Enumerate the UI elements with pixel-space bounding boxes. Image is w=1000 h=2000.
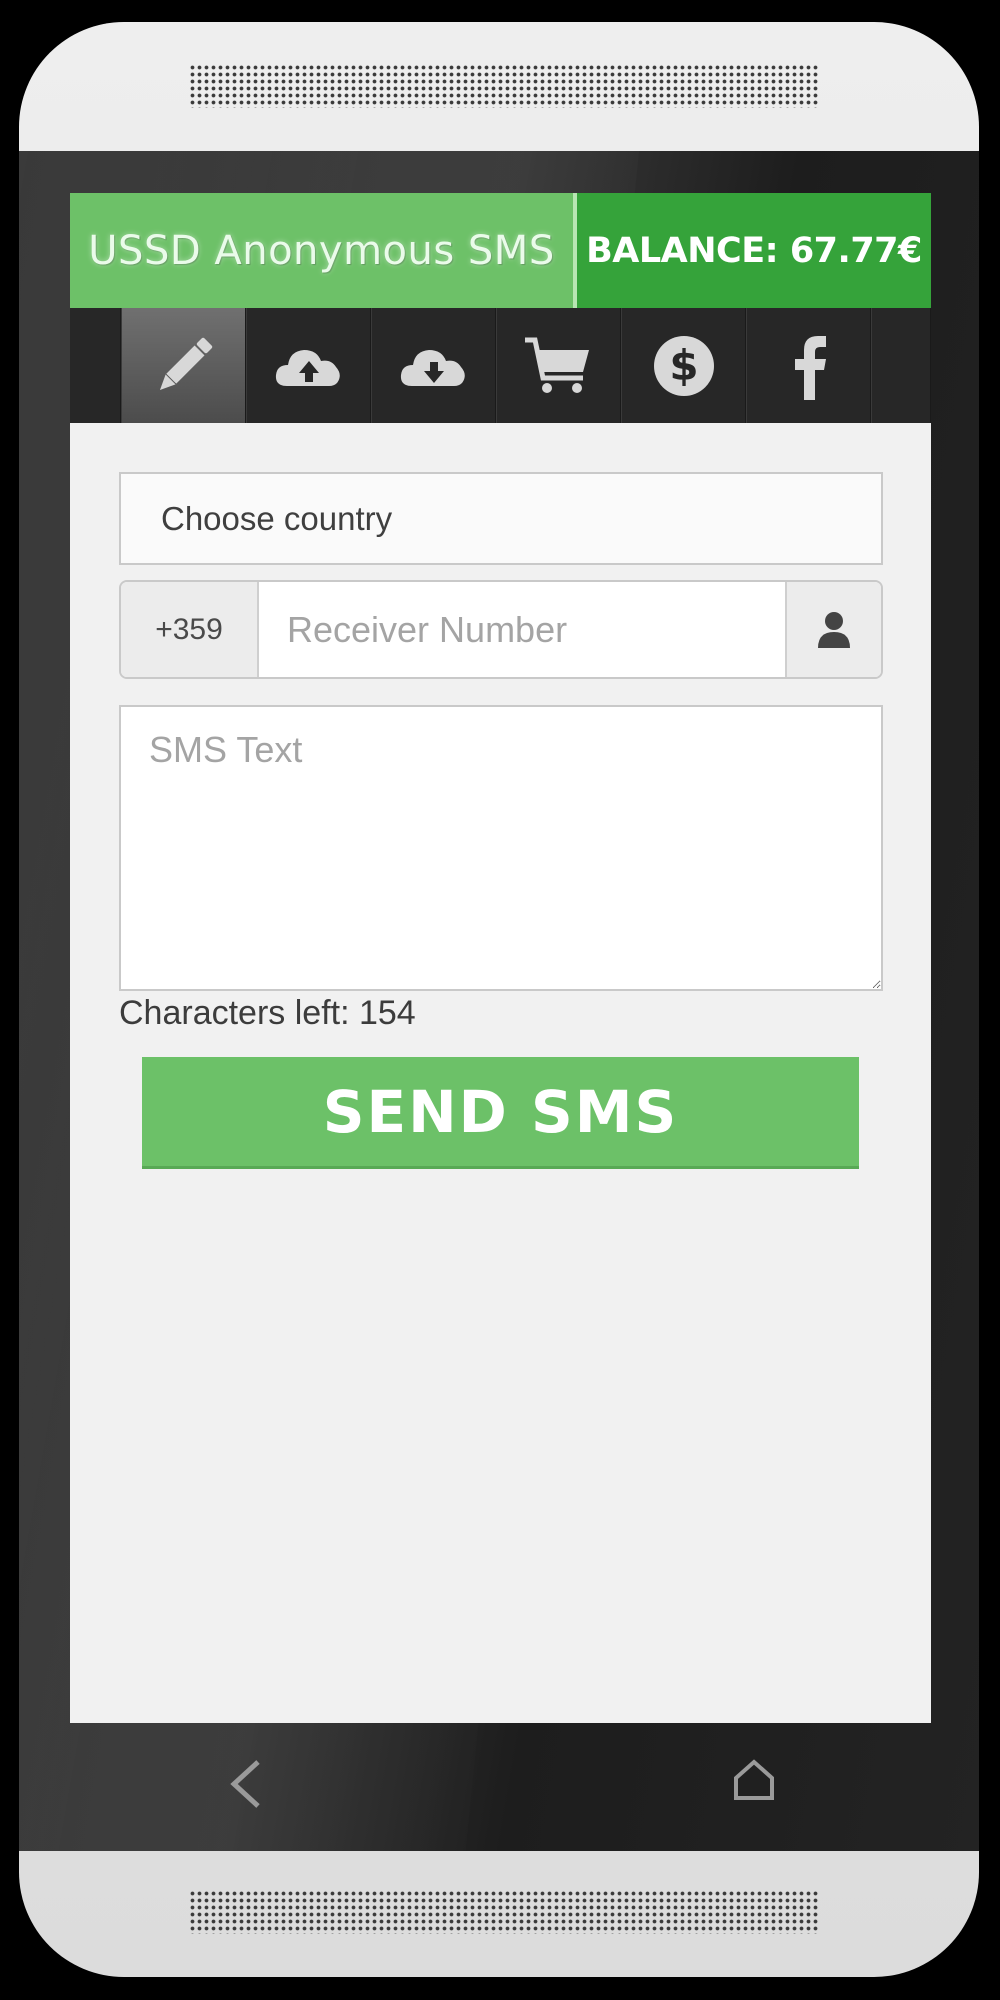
- nav-home-button[interactable]: [719, 1745, 789, 1815]
- svg-text:$: $: [669, 341, 698, 390]
- tab-prices[interactable]: $: [621, 308, 746, 423]
- tab-facebook[interactable]: [746, 308, 871, 423]
- header-bar: USSD Anonymous SMS BALANCE: 67.77€: [70, 193, 931, 308]
- phone-bezel: USSD Anonymous SMS BALANCE: 67.77€ $ Cho…: [19, 151, 979, 1851]
- tab-received[interactable]: [371, 308, 496, 423]
- sms-text-area[interactable]: [119, 705, 883, 991]
- tab-sent[interactable]: [246, 308, 371, 423]
- country-code-prefix: +359: [121, 582, 259, 677]
- tab-shop[interactable]: [496, 308, 621, 423]
- android-nav-bar: [19, 1723, 979, 1851]
- send-sms-button[interactable]: SEND SMS: [142, 1057, 859, 1169]
- pencil-icon: [159, 337, 212, 390]
- cloud-upload-icon: [275, 349, 340, 386]
- home-icon: [734, 1759, 774, 1800]
- phone-frame: USSD Anonymous SMS BALANCE: 67.77€ $ Cho…: [19, 22, 979, 1977]
- balance-label[interactable]: BALANCE: 67.77€: [577, 193, 931, 308]
- facebook-icon: [794, 335, 826, 400]
- back-arrow-icon: [230, 1760, 260, 1808]
- country-select[interactable]: Choose country: [119, 472, 883, 565]
- nav-back-button[interactable]: [211, 1749, 281, 1819]
- shopping-cart-icon: [524, 337, 589, 393]
- app-title: USSD Anonymous SMS: [70, 193, 573, 308]
- tab-compose[interactable]: [121, 308, 246, 423]
- characters-left-counter: Characters left: 154: [119, 994, 416, 1032]
- top-speaker-grille: [189, 64, 819, 108]
- app-screen: USSD Anonymous SMS BALANCE: 67.77€ $ Cho…: [70, 193, 931, 1723]
- dollar-icon: $: [653, 335, 714, 396]
- contacts-button[interactable]: [785, 582, 881, 677]
- toolbar: $: [70, 308, 931, 423]
- contact-person-icon: [818, 611, 850, 648]
- receiver-number-group: +359: [119, 580, 883, 679]
- receiver-number-input[interactable]: [259, 582, 785, 677]
- cloud-download-icon: [400, 349, 465, 386]
- bottom-speaker-grille: [189, 1890, 819, 1934]
